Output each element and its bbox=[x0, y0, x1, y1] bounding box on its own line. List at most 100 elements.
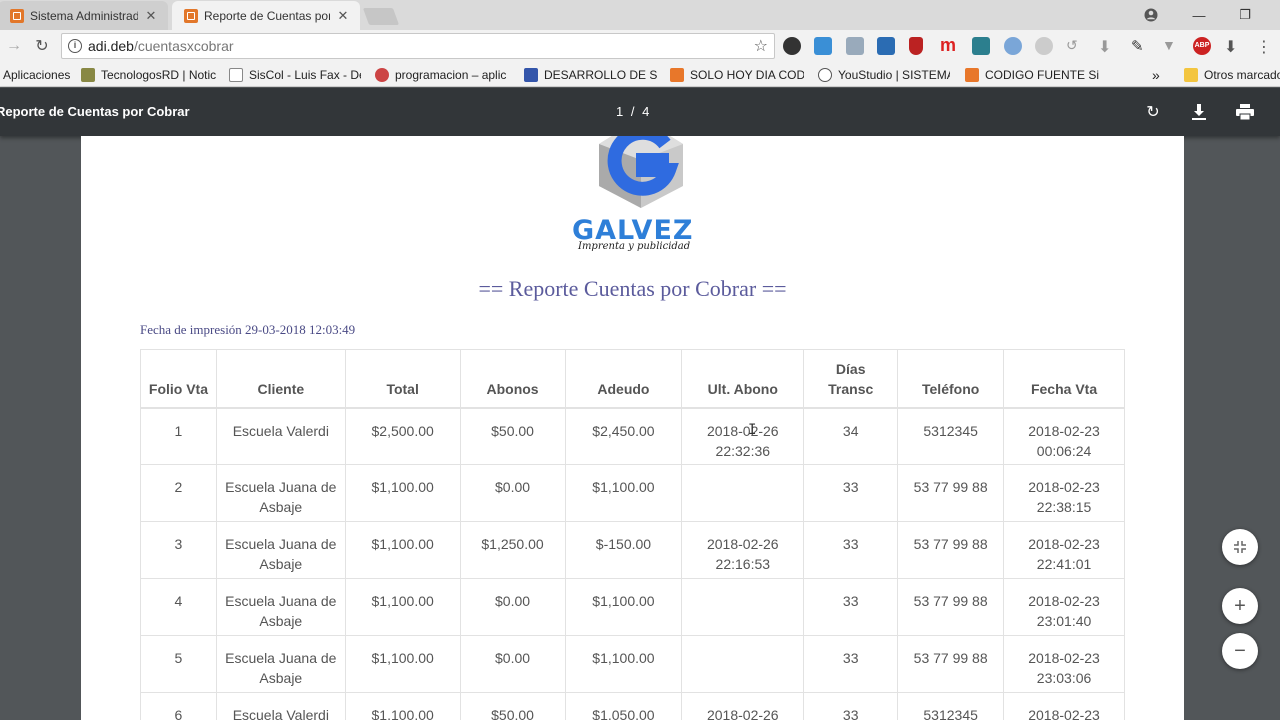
tab-sistema-administrador[interactable]: Sistema Administrador d ✕ bbox=[0, 1, 168, 30]
text-cursor-icon: I bbox=[748, 422, 757, 438]
table-cell: 5312345 bbox=[897, 692, 1005, 720]
print-icon[interactable] bbox=[1235, 102, 1255, 122]
m-extension-icon[interactable]: m bbox=[940, 36, 958, 55]
table-cell: 33 bbox=[803, 578, 899, 636]
extension-icon[interactable] bbox=[846, 37, 864, 55]
bookmark-item[interactable]: CODIGO FUENTE Sist bbox=[965, 66, 1099, 83]
blogger-icon bbox=[670, 67, 684, 82]
print-date: Fecha de impresión 29-03-2018 12:03:49 bbox=[140, 322, 356, 337]
table-body: 1 Escuela Valerdi $2,500.00 $50.00 $2,450.00… bbox=[140, 407, 1125, 720]
other-bookmarks-folder[interactable]: Otros marcado bbox=[1184, 66, 1280, 83]
brand-tagline: Imprenta y publicidad bbox=[578, 241, 691, 252]
rotate-icon[interactable]: ↻ bbox=[1143, 102, 1163, 122]
maximize-window-button[interactable]: ❐ bbox=[1222, 0, 1268, 30]
tab-title: Reporte de Cuentas por C bbox=[204, 8, 330, 23]
bookmark-star-icon[interactable]: ☆ bbox=[754, 36, 768, 56]
column-header-text: Días Transc bbox=[828, 360, 874, 397]
page-icon bbox=[229, 67, 243, 82]
table-cell: 6 bbox=[140, 692, 217, 720]
address-bar[interactable]: i adi.deb/cuentasxcobrar ☆ bbox=[61, 33, 775, 59]
bookmark-apps[interactable]: Aplicaciones bbox=[3, 66, 70, 83]
table-row: 5 Escuela Juana de Asbaje $1,100.00 $0.00 $1… bbox=[140, 635, 1125, 693]
table-cell: 34 bbox=[803, 407, 899, 465]
zoom-out-button[interactable]: − bbox=[1222, 633, 1258, 669]
column-header: Cliente bbox=[216, 349, 346, 409]
bookmark-favicon-icon bbox=[375, 67, 389, 82]
table-row: 1 Escuela Valerdi $2,500.00 $50.00 $2,450.00… bbox=[140, 407, 1125, 465]
column-header: Abonos bbox=[460, 349, 566, 409]
fit-to-page-button[interactable] bbox=[1222, 529, 1258, 565]
table-cell: $0.00 bbox=[460, 464, 566, 522]
table-cell: 5312345 bbox=[897, 407, 1005, 465]
bookmark-item[interactable]: YouStudio | SISTEMA bbox=[818, 66, 950, 83]
table-cell: 53 77 99 88 bbox=[897, 464, 1005, 522]
fit-page-icon bbox=[1234, 541, 1246, 553]
bookmark-label: TecnologosRD | Notic bbox=[101, 67, 216, 82]
table-cell: 2 bbox=[140, 464, 217, 522]
table-cell: 4 bbox=[140, 578, 217, 636]
bookmark-favicon-icon bbox=[524, 67, 538, 82]
table-cell: 2018-02-26 22:32:36 bbox=[681, 407, 805, 465]
site-info-icon[interactable]: i bbox=[68, 39, 82, 53]
table-cell bbox=[681, 635, 805, 693]
table-cell: 33 bbox=[803, 692, 899, 720]
close-tab-icon[interactable]: ✕ bbox=[144, 8, 158, 24]
accounts-receivable-table: Folio Vta Cliente Total Abonos Adeudo Ul… bbox=[140, 349, 1125, 720]
download-icon[interactable] bbox=[1189, 102, 1209, 122]
extension-icon[interactable] bbox=[972, 37, 990, 55]
bookmark-label: programacion – aplic bbox=[395, 67, 507, 82]
bookmark-label: SOLO HOY DIA CODI bbox=[690, 67, 804, 82]
shield-extension-icon[interactable] bbox=[909, 37, 923, 55]
close-tab-icon[interactable]: ✕ bbox=[336, 8, 350, 24]
new-tab-button[interactable] bbox=[362, 8, 400, 25]
bookmark-item[interactable]: DESARROLLO DE SIST bbox=[524, 66, 658, 83]
table-cell: $1,100.00 bbox=[345, 692, 461, 720]
reload-icon[interactable]: ↻ bbox=[32, 36, 52, 56]
url-path: /cuentasxcobrar bbox=[133, 38, 234, 54]
table-cell: $1,250.00 bbox=[460, 521, 566, 579]
extension-icon[interactable] bbox=[1004, 37, 1022, 55]
table-cell: Escuela Juana de Asbaje bbox=[216, 521, 346, 579]
table-cell: Escuela Juana de Asbaje bbox=[216, 464, 346, 522]
extension-icon[interactable] bbox=[814, 37, 832, 55]
page-indicator[interactable]: 1 / 4 bbox=[616, 104, 649, 119]
zoom-in-button[interactable]: + bbox=[1222, 588, 1258, 624]
table-cell: $2,450.00 bbox=[565, 407, 683, 465]
table-cell: $2,500.00 bbox=[345, 407, 461, 465]
table-cell: 2018-02-26 bbox=[681, 692, 805, 720]
bookmark-item[interactable]: SOLO HOY DIA CODI bbox=[670, 66, 804, 83]
bookmarks-overflow-button[interactable]: » bbox=[1152, 66, 1160, 83]
table-cell: 33 bbox=[803, 464, 899, 522]
pdf-document-title: Reporte de Cuentas por Cobrar bbox=[0, 104, 190, 119]
table-cell: $0.00 bbox=[460, 578, 566, 636]
minimize-window-button[interactable]: — bbox=[1176, 0, 1222, 30]
bookmark-item[interactable]: TecnologosRD | Notic bbox=[81, 66, 216, 83]
bookmark-item[interactable]: programacion – aplic bbox=[375, 66, 509, 83]
extension-icon[interactable] bbox=[783, 37, 801, 55]
xampp-favicon-icon bbox=[184, 8, 198, 23]
bookmark-item[interactable]: SisCol - Luis Fax - De bbox=[229, 66, 361, 83]
tab-reporte-cuentas[interactable]: Reporte de Cuentas por C ✕ bbox=[172, 1, 360, 30]
bookmark-label: DESARROLLO DE SIST bbox=[544, 67, 658, 82]
vee-extension-icon[interactable]: ▼ bbox=[1162, 37, 1180, 55]
eyedropper-extension-icon[interactable]: ✎ bbox=[1131, 37, 1149, 55]
extension-icon[interactable] bbox=[877, 37, 895, 55]
table-cell: $-150.00 bbox=[565, 521, 683, 579]
download-icon[interactable]: ⬇ bbox=[1224, 37, 1242, 56]
table-cell: 2018-02-23 bbox=[1003, 692, 1125, 720]
wordpress-icon bbox=[818, 67, 832, 82]
profile-icon[interactable] bbox=[1128, 0, 1174, 30]
table-cell: Escuela Juana de Asbaje bbox=[216, 578, 346, 636]
table-cell: Escuela Valerdi bbox=[216, 692, 346, 720]
pdf-toolbar: Reporte de Cuentas por Cobrar 1 / 4 ↻ bbox=[0, 88, 1280, 136]
adblock-plus-icon[interactable]: ABP bbox=[1193, 37, 1211, 55]
table-row: 3 Escuela Juana de Asbaje $1,100.00 $1,250.… bbox=[140, 521, 1125, 579]
table-header-row: Folio Vta Cliente Total Abonos Adeudo Ul… bbox=[140, 349, 1125, 409]
forward-arrow-icon[interactable]: → bbox=[4, 36, 24, 56]
download-extension-icon[interactable]: ⬇ bbox=[1098, 37, 1116, 56]
table-cell: $1,100.00 bbox=[345, 521, 461, 579]
extension-icon[interactable]: ↺ bbox=[1066, 37, 1084, 55]
extension-icon[interactable] bbox=[1035, 37, 1053, 55]
menu-kebab-icon[interactable]: ⋮ bbox=[1256, 37, 1274, 56]
table-row: 6 Escuela Valerdi $1,100.00 $50.00 $1,050.00… bbox=[140, 692, 1125, 720]
